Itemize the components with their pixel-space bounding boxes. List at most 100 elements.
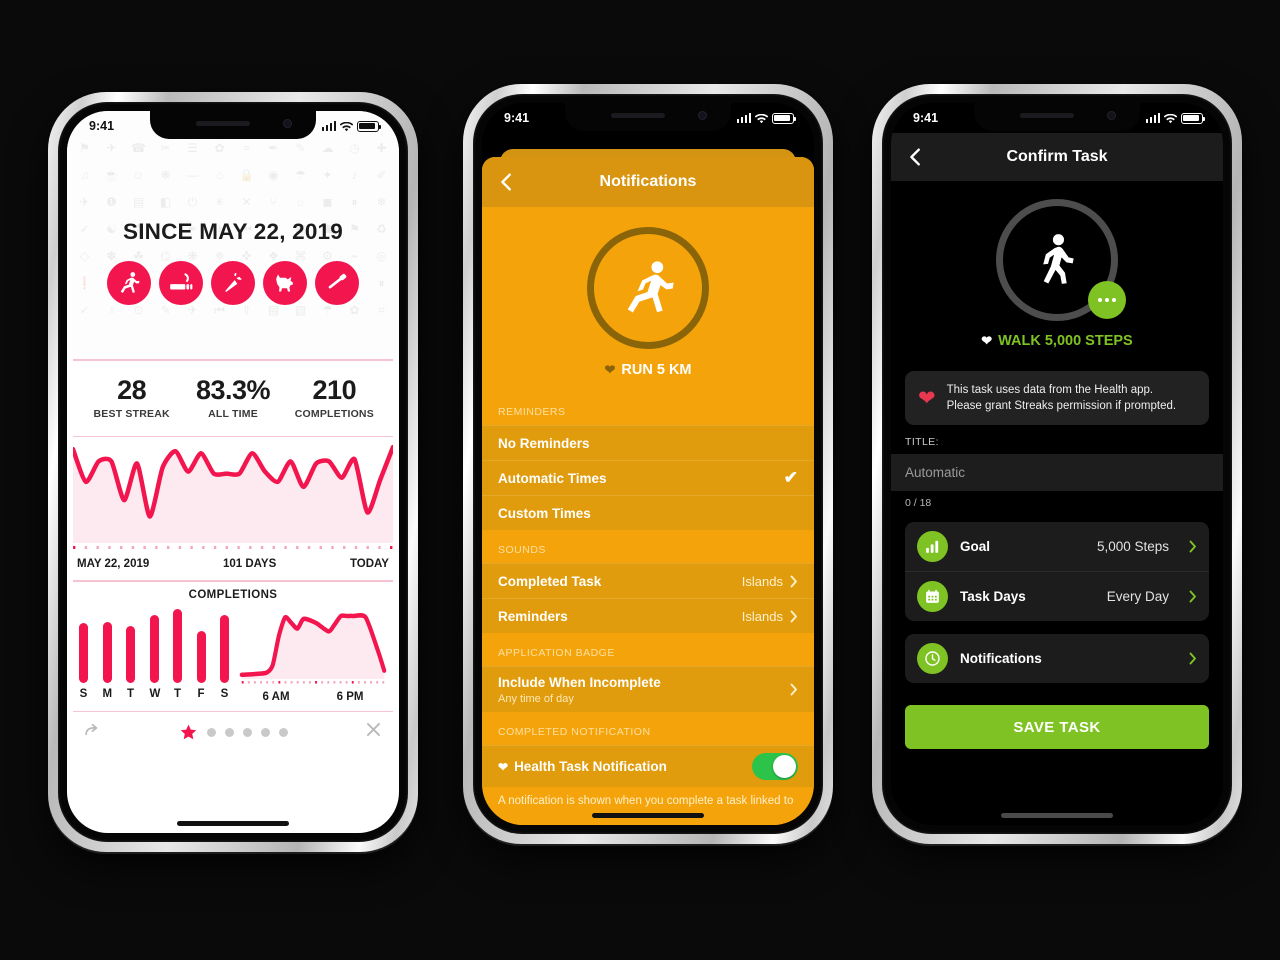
nav-title: Confirm Task	[1006, 148, 1108, 165]
page-indicator[interactable]	[179, 723, 288, 742]
row-label: Include When Incomplete	[498, 675, 661, 690]
task-hero: ❤ RUN 5 KM	[482, 207, 814, 392]
timeline-middle: 101 DAYS	[222, 558, 277, 570]
clock-icon	[917, 643, 948, 675]
row-label-wrap: ❤ Health Task Notification	[498, 759, 667, 774]
completions-title: COMPLETIONS	[188, 588, 278, 601]
task-hero: ❤ WALK 5,000 STEPS	[891, 181, 1223, 361]
home-indicator[interactable]	[1001, 813, 1113, 818]
task-name: ❤ WALK 5,000 STEPS	[891, 333, 1223, 349]
row-label: Task Days	[960, 589, 1026, 605]
bar	[126, 626, 135, 683]
row-label: No Reminders	[498, 435, 590, 451]
task-name-text: WALK 5,000 STEPS	[998, 333, 1133, 349]
heart-icon: ❤	[498, 759, 509, 774]
title-field-label: TITLE:	[905, 436, 939, 449]
run-icon[interactable]	[107, 261, 151, 305]
time-label: 6 AM	[262, 690, 290, 703]
stat-value: 83.3%	[195, 374, 271, 405]
row-right: Islands	[742, 609, 798, 624]
row-value: 5,000 Steps	[1096, 539, 1169, 555]
row-reminders-sound[interactable]: Reminders Islands	[482, 598, 814, 633]
stats-hero: ⚑ ✈ ☎ ✂ ☰ ✿ ≈ ✒ ✎ ☁ ◷ ✚ ♫ ☕ ☺ ❋ — ⌂ 🔒 ◉ ☂ ✦ ♪ ✐ ✈ ❶ ▤ ◧ ⏻ ✳ ✕ ⑂ ☼ ◼ ⏸ ❄ ✓…	[67, 111, 399, 359]
save-task-button[interactable]: SAVE TASK	[905, 705, 1209, 750]
weekday-label: T	[173, 687, 182, 700]
bar	[173, 609, 182, 683]
task-settings-group: Goal 5,000 Steps Task Days Every Day	[905, 522, 1209, 622]
bar	[196, 631, 206, 683]
row-value: Every Day	[1106, 589, 1169, 605]
footer-note: A notification is shown when you complet…	[498, 795, 794, 807]
share-icon[interactable]	[83, 720, 102, 744]
close-icon[interactable]	[364, 720, 383, 744]
section-header-reminders: REMINDERS	[498, 406, 566, 418]
row-text-block: Include When Incomplete Any time of day	[498, 674, 661, 705]
chevron-right-icon	[1189, 590, 1197, 603]
time-labels: 6 AM 6 PM	[239, 689, 387, 703]
stats-row: 28 BEST STREAK 83.3% ALL TIME 210 COMPLE…	[67, 361, 399, 436]
row-value: Islands	[741, 573, 783, 589]
screenshot-stage: 9:41 ⚑ ✈ ☎ ✂ ☰ ✿ ≈ ✒ ✎ ☁ ◷ ✚ ♫ ☕ ☺ ❋ — ⌂ 🔒 ◉ ☂ ✦ ♪ ✐ ✈ ❶ ▤ ◧ ⏻ ✳ ✕ ⑂ ☼…	[0, 0, 1280, 960]
toothbrush-icon[interactable]	[315, 261, 359, 305]
stat-value: 210	[312, 374, 357, 405]
note-text: This task uses data from the Health app.…	[947, 382, 1176, 414]
weekday-label: T	[126, 687, 135, 700]
row-no-reminders[interactable]: No Reminders	[482, 425, 814, 460]
star-icon	[180, 724, 196, 739]
stat-label: COMPLETIONS	[294, 407, 374, 420]
bar-chart-icon	[917, 531, 948, 563]
wifi-icon	[339, 121, 354, 132]
notifications-card: Notifications ❤ RUN 5 KM REMINDERS No Re…	[482, 157, 814, 825]
task-name: ❤ RUN 5 KM	[482, 362, 814, 378]
timeline-axis: MAY 22, 2019 101 DAYS TODAY	[67, 555, 399, 580]
carrot-icon[interactable]	[211, 261, 255, 305]
phone1-screen: 9:41 ⚑ ✈ ☎ ✂ ☰ ✿ ≈ ✒ ✎ ☁ ◷ ✚ ♫ ☕ ☺ ❋ — ⌂ 🔒 ◉ ☂ ✦ ♪ ✐ ✈ ❶ ▤ ◧ ⏻ ✳ ✕ ⑂ ☼…	[67, 111, 399, 833]
row-goal[interactable]: Goal 5,000 Steps	[905, 522, 1209, 571]
battery-icon	[357, 120, 382, 132]
cellular-signal-icon	[736, 113, 751, 123]
timeline-end: TODAY	[349, 558, 389, 570]
heart-icon: ❤	[918, 386, 936, 410]
weekday-label: S	[79, 687, 88, 700]
row-task-days[interactable]: Task Days Every Day	[905, 571, 1209, 621]
checkmark-icon: ✔	[783, 468, 798, 487]
wifi-icon	[754, 113, 769, 124]
nav-bar: Confirm Task	[891, 133, 1223, 181]
no-smoking-icon[interactable]	[159, 261, 203, 305]
home-indicator[interactable]	[177, 821, 289, 826]
notch	[974, 103, 1140, 131]
row-notifications[interactable]: Notifications	[905, 634, 1209, 683]
phone3-bezel: 9:41 Confirm Task ❤ WALK 5,000 STEPS ❤ T…	[882, 94, 1232, 834]
calendar-icon	[917, 581, 948, 613]
front-camera-icon	[283, 119, 292, 128]
title-input[interactable]: Automatic	[891, 454, 1223, 492]
row-health-task-notification[interactable]: ❤ Health Task Notification	[482, 745, 814, 787]
status-time: 9:41	[89, 119, 115, 133]
notifications-group: Notifications	[905, 634, 1209, 684]
stats-footer	[67, 712, 399, 744]
chevron-left-icon[interactable]	[496, 171, 518, 193]
bar	[102, 621, 112, 683]
timeline-start: MAY 22, 2019	[77, 558, 150, 570]
row-completed-task-sound[interactable]: Completed Task Islands	[482, 563, 814, 598]
bar	[149, 615, 159, 683]
health-notification-toggle[interactable]	[752, 753, 798, 780]
ellipsis-icon[interactable]	[1088, 281, 1126, 319]
status-time: 9:41	[504, 111, 530, 125]
row-label: Goal	[960, 539, 991, 555]
row-custom-times[interactable]: Custom Times	[482, 495, 814, 530]
home-indicator[interactable]	[592, 813, 704, 818]
row-automatic-times[interactable]: Automatic Times ✔	[482, 460, 814, 495]
row-right: Islands	[742, 574, 798, 589]
row-include-when-incomplete[interactable]: Include When Incomplete Any time of day	[482, 666, 814, 712]
bottom-charts: SMTWTFS 6 AM 6 PM	[67, 605, 399, 703]
nav-bar: Notifications	[482, 157, 814, 207]
row-label: Health Task Notification	[514, 759, 667, 774]
heart-icon: ❤	[604, 362, 616, 377]
dog-icon[interactable]	[263, 261, 307, 305]
row-value: Islands	[741, 608, 783, 624]
wifi-icon	[1163, 113, 1178, 124]
run-icon[interactable]	[587, 227, 709, 349]
row-label: Reminders	[498, 608, 568, 624]
chevron-left-icon[interactable]	[905, 146, 927, 168]
